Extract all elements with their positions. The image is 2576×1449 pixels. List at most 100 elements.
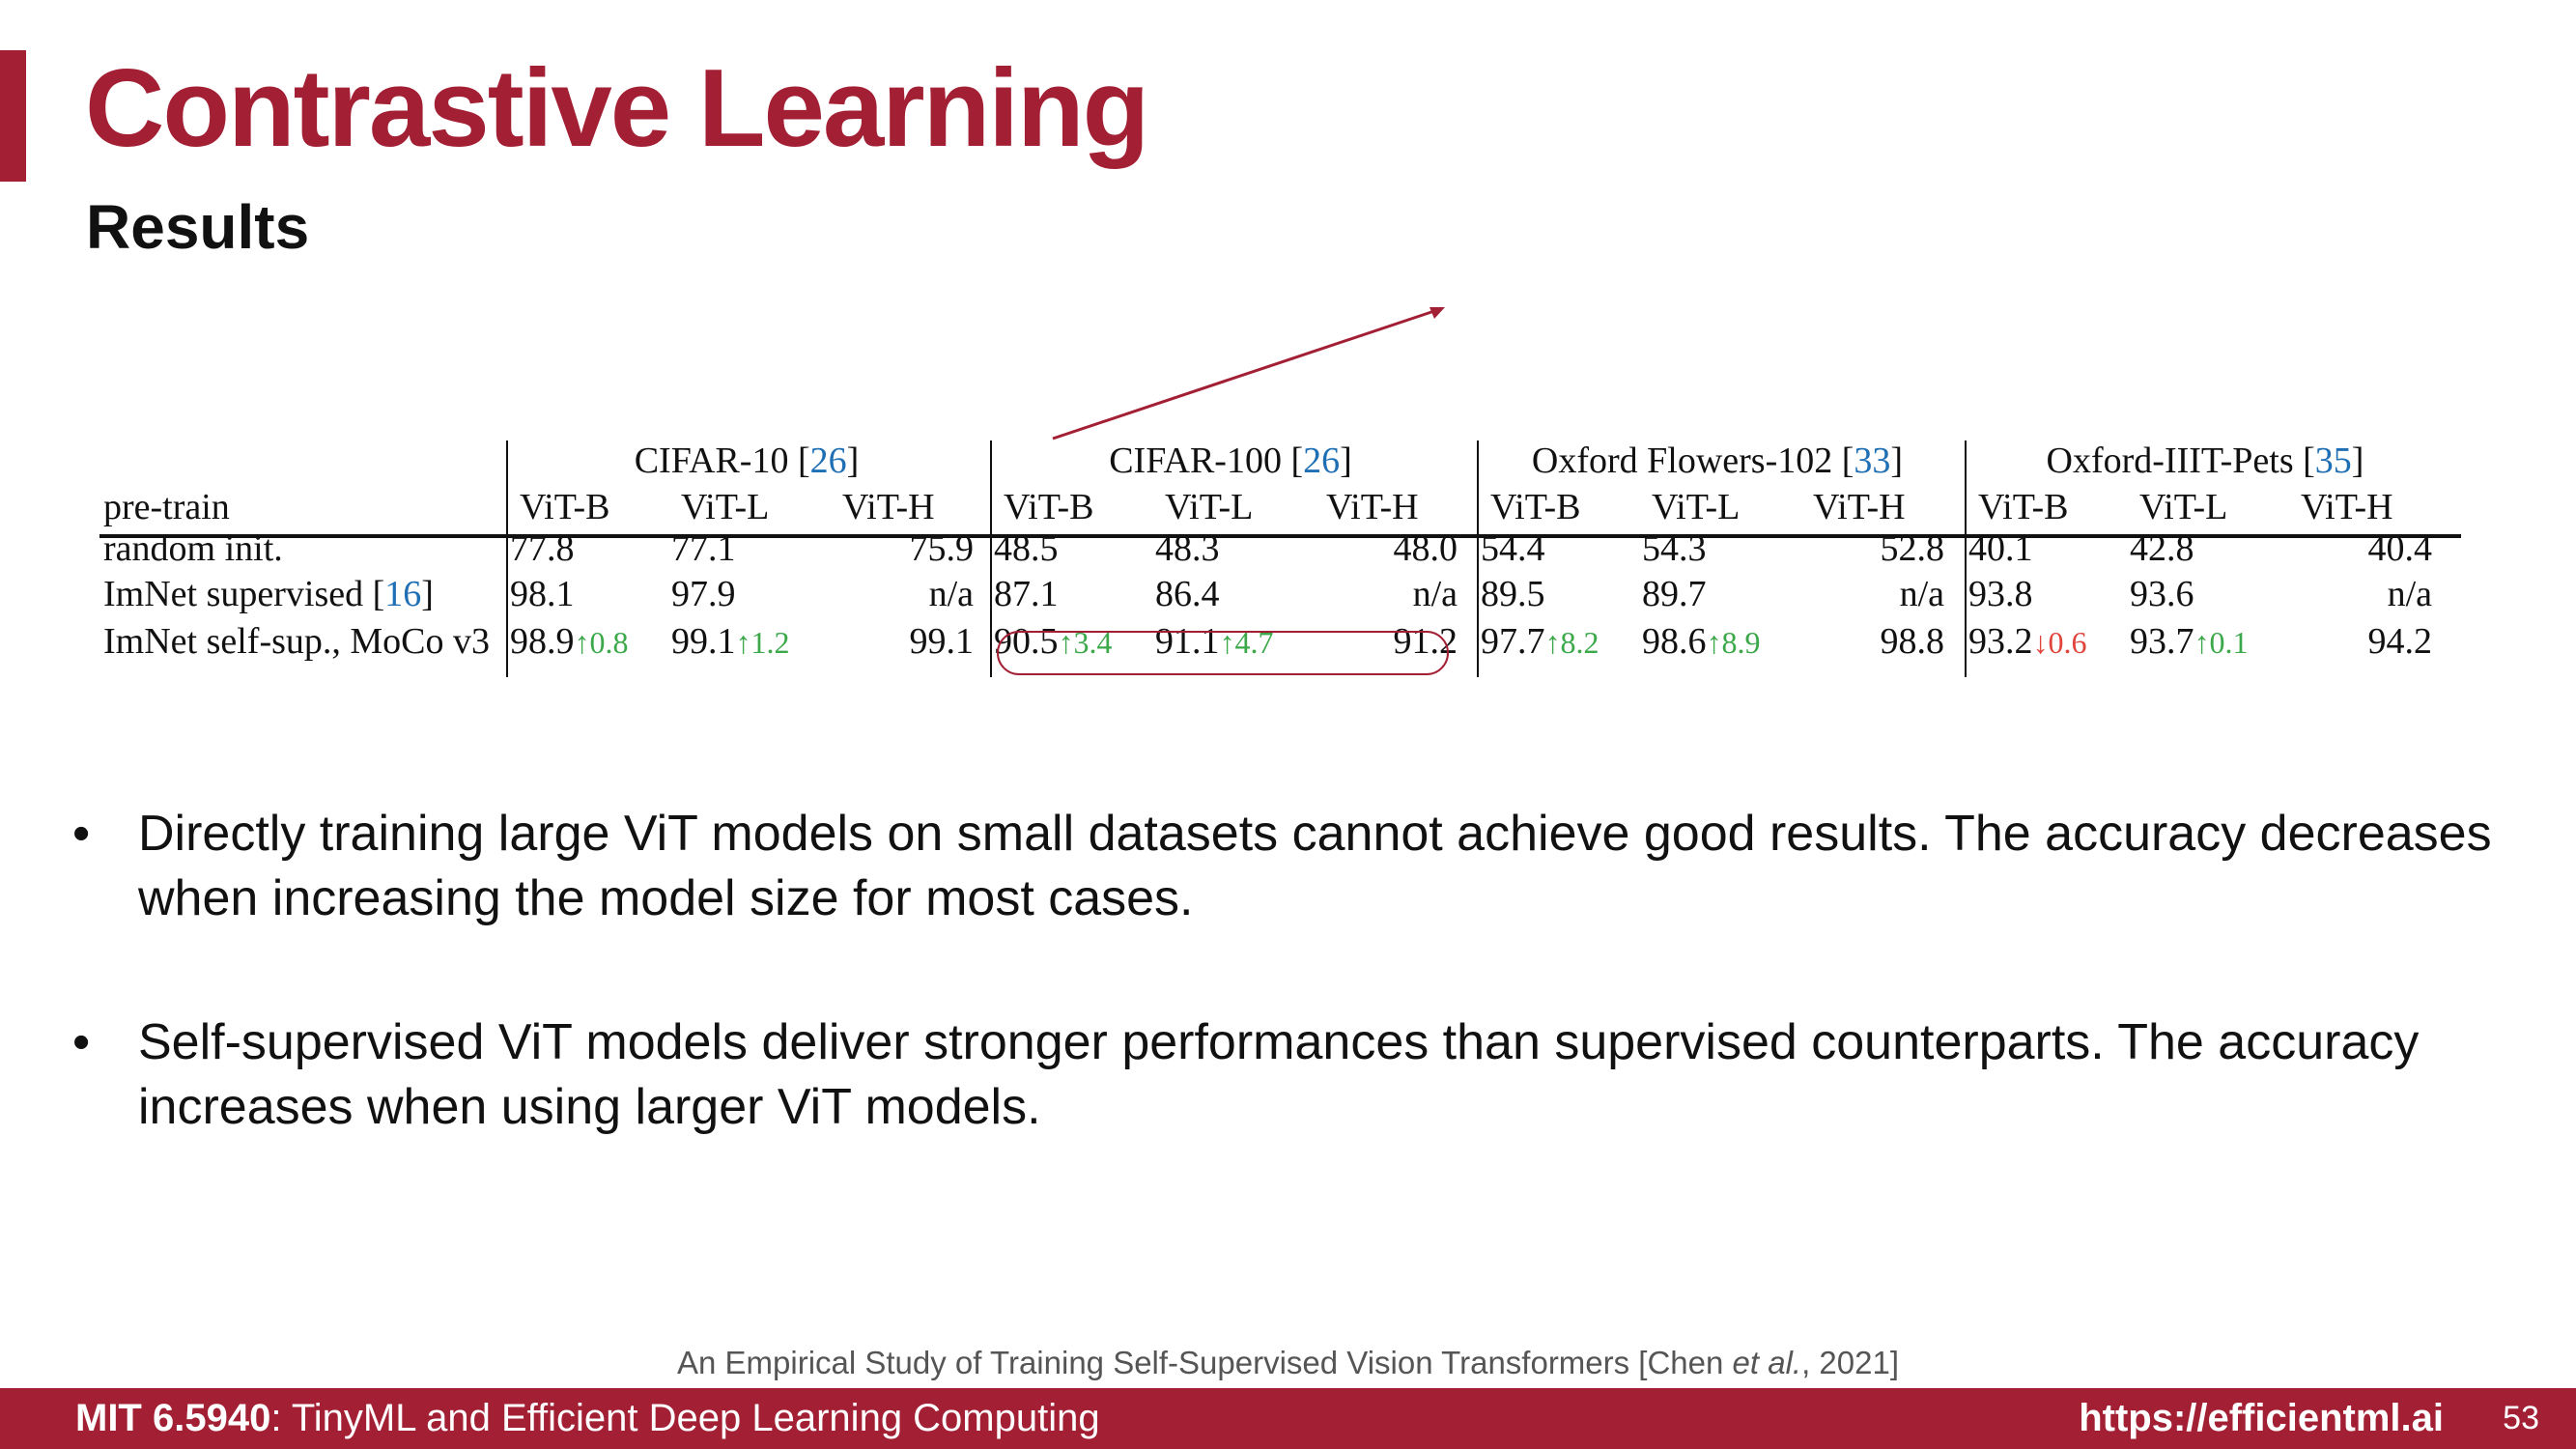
model-header: ViT-H [1326, 487, 1419, 527]
dataset-header: Oxford-IIIT-Pets [35] [1968, 439, 2442, 483]
dataset-header: Oxford Flowers-102 [33] [1481, 439, 1954, 483]
cell-delta: ↑0.8 [574, 625, 629, 660]
model-header: ViT-B [520, 487, 610, 527]
table-cell: 77.1 [671, 526, 736, 571]
dataset-name: CIFAR-10 [ [634, 440, 810, 481]
table-cell: 48.5 [994, 526, 1059, 571]
table-cell: 48.0 [1316, 526, 1458, 571]
cell-value: 93.2 [1968, 621, 2033, 662]
cell-value: 97.7 [1481, 621, 1545, 662]
bullet-dot: • [72, 1014, 91, 1070]
cell-value: 77.8 [510, 528, 575, 569]
cell-delta: ↑0.1 [2194, 625, 2249, 660]
column-separator [1477, 440, 1479, 677]
highlight-oval [997, 631, 1449, 675]
citation-text: An Empirical Study of Training Self-Supe… [676, 1345, 1733, 1380]
results-table: CIFAR-10 [26] CIFAR-100 [26] Oxford Flower… [97, 430, 2463, 691]
table-cell: 89.5 [1481, 572, 1545, 616]
dataset-ref-close: ] [1340, 440, 1352, 481]
row-label: ImNet self-sup., MoCo v3 [103, 619, 490, 664]
cell-value: 98.1 [510, 574, 575, 614]
dataset-name: CIFAR-100 [ [1109, 440, 1304, 481]
table-cell: 52.8 [1803, 526, 1945, 571]
course-code: MIT 6.5940 [75, 1397, 271, 1439]
course-name: : TinyML and Efficient Deep Learning Com… [270, 1397, 1100, 1439]
cell-value: 93.6 [2130, 574, 2194, 614]
dataset-ref-link[interactable]: 26 [1303, 440, 1340, 481]
cell-value: 48.3 [1155, 528, 1220, 569]
table-cell: 98.6↑8.9 [1642, 619, 1761, 665]
table-cell: 93.6 [2130, 572, 2194, 616]
dataset-ref-link[interactable]: 33 [1854, 440, 1890, 481]
cell-value: 52.8 [1880, 528, 1945, 569]
dataset-ref-close: ] [846, 440, 860, 481]
citation-suffix: , 2021] [1801, 1345, 1899, 1380]
model-header: ViT-L [2139, 487, 2228, 527]
table-cell: 94.2 [2291, 619, 2433, 664]
model-header: ViT-H [842, 487, 935, 527]
bullet-dot: • [72, 806, 91, 862]
row-ref-link[interactable]: 16 [384, 574, 421, 614]
model-header: ViT-L [681, 487, 770, 527]
annotation-arrow [1052, 307, 1445, 440]
dataset-ref-link[interactable]: 35 [2315, 440, 2352, 481]
model-header: ViT-B [1490, 487, 1581, 527]
model-header: ViT-L [1165, 487, 1254, 527]
model-header: ViT-B [1978, 487, 2069, 527]
column-separator [1965, 440, 1967, 677]
table-cell: 40.4 [2291, 526, 2433, 571]
table-cell: 77.8 [510, 526, 575, 571]
citation-italic: et al. [1732, 1345, 1802, 1380]
table-cell: 99.1 [833, 619, 975, 664]
table-cell: 54.4 [1481, 526, 1545, 571]
table-cell: 93.7↑0.1 [2130, 619, 2249, 665]
cell-delta: ↑8.2 [1544, 625, 1599, 660]
cell-value: n/a [1412, 574, 1458, 614]
course-title: MIT 6.5940: TinyML and Efficient Deep Le… [75, 1397, 1100, 1440]
page-subtitle: Results [86, 192, 310, 262]
pretrain-header: pre-train [103, 487, 230, 527]
cell-value: 89.5 [1481, 574, 1545, 614]
table-cell: 42.8 [2130, 526, 2194, 571]
citation: An Empirical Study of Training Self-Supe… [0, 1345, 2576, 1381]
table-cell: n/a [1803, 572, 1944, 616]
table-cell: n/a [2291, 572, 2432, 616]
table-cell: 97.9 [671, 572, 736, 616]
page-title: Contrastive Learning [85, 47, 1149, 170]
table-cell: 48.3 [1155, 526, 1220, 571]
dataset-ref-link[interactable]: 26 [810, 440, 847, 481]
bullet-item: • Directly training large ViT models on s… [68, 802, 2502, 931]
cell-value: 87.1 [994, 574, 1059, 614]
cell-value: 94.2 [2367, 621, 2433, 662]
column-separator [506, 440, 508, 677]
course-url-link[interactable]: https://efficientml.ai [2079, 1397, 2444, 1440]
cell-value: 75.9 [909, 528, 975, 569]
cell-value: 40.4 [2367, 528, 2433, 569]
cell-value: 86.4 [1155, 574, 1220, 614]
model-header: ViT-H [1813, 487, 1906, 527]
table-cell: 75.9 [833, 526, 975, 571]
cell-value: 42.8 [2130, 528, 2194, 569]
cell-value: 54.3 [1642, 528, 1707, 569]
table-cell: 98.1 [510, 572, 575, 616]
bullet-item: • Self-supervised ViT models deliver stro… [68, 1010, 2502, 1140]
model-header: ViT-B [1004, 487, 1094, 527]
cell-value: 93.8 [1968, 574, 2033, 614]
cell-value: 97.9 [671, 574, 736, 614]
cell-value: n/a [928, 574, 974, 614]
row-label: random init. [103, 526, 283, 571]
table-cell: 93.8 [1968, 572, 2033, 616]
cell-value: 99.1 [671, 621, 736, 662]
cell-value: 89.7 [1642, 574, 1707, 614]
dataset-ref-close: ] [2351, 440, 2364, 481]
column-separator [990, 440, 992, 677]
dataset-ref-close: ] [1890, 440, 1904, 481]
row-label-text: ImNet self-sup., MoCo v3 [103, 621, 491, 662]
table-cell: 98.9↑0.8 [510, 619, 629, 665]
cell-value: 48.0 [1393, 528, 1458, 569]
cell-delta: ↑1.2 [735, 625, 790, 660]
model-header: ViT-H [2301, 487, 2393, 527]
row-ref-close: ] [421, 574, 434, 614]
dataset-header: CIFAR-100 [26] [994, 439, 1467, 483]
page-number: 53 [2503, 1400, 2539, 1436]
